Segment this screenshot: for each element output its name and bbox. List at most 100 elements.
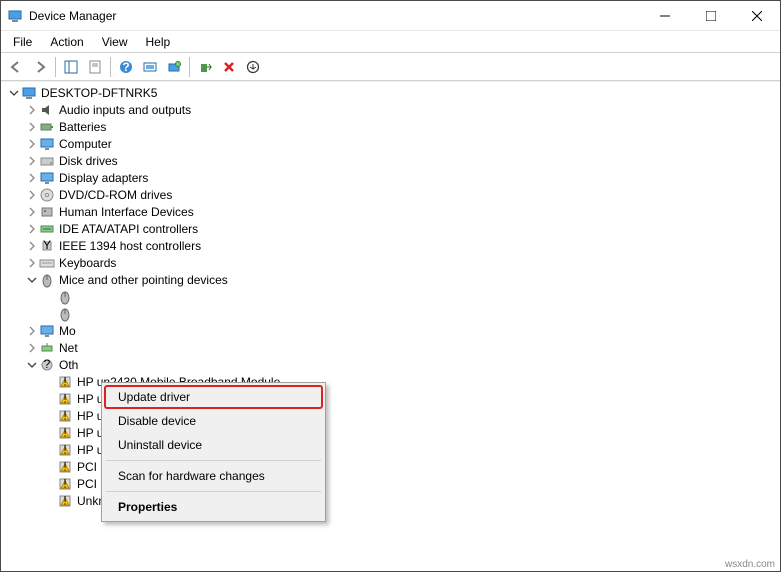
expander-icon [43,409,57,423]
context-menu-item[interactable]: Uninstall device [104,433,323,457]
svg-text:!: ! [63,408,66,422]
expander-icon[interactable] [25,154,39,168]
device-mouse[interactable] [3,288,780,305]
context-menu-item[interactable]: Disable device [104,409,323,433]
content-area: DESKTOP-DFTNRK5 Audio inputs and outputs B… [1,81,780,571]
category-mice[interactable]: Mice and other pointing devices [3,271,780,288]
keyboard-icon [39,255,55,271]
context-menu: Update driverDisable deviceUninstall dev… [101,382,326,522]
node-label: Keyboards [59,256,116,270]
toolbar: ? [1,53,780,81]
warn-icon: ! [57,493,73,509]
computer-icon [21,85,37,101]
expander-icon[interactable] [25,324,39,338]
device-mouse[interactable] [3,305,780,322]
disk-icon [39,153,55,169]
expander-icon[interactable] [25,358,39,372]
scan-hardware-button[interactable] [163,56,185,78]
hid-icon [39,204,55,220]
menu-view[interactable]: View [94,33,136,51]
node-label: Batteries [59,120,106,134]
category-node[interactable]: IDE ATA/ATAPI controllers [3,220,780,237]
ide-icon [39,221,55,237]
expander-icon [43,477,57,491]
close-button[interactable] [734,1,780,31]
category-node[interactable]: YIEEE 1394 host controllers [3,237,780,254]
menu-help[interactable]: Help [138,33,179,51]
expander-icon[interactable] [25,120,39,134]
root-node[interactable]: DESKTOP-DFTNRK5 [3,84,780,101]
expander-icon[interactable] [25,205,39,219]
category-node[interactable]: Human Interface Devices [3,203,780,220]
expander-icon[interactable] [25,256,39,270]
node-label: DESKTOP-DFTNRK5 [41,86,157,100]
svg-text:!: ! [63,425,66,439]
node-label: Net [59,341,78,355]
show-hide-tree-button[interactable] [60,56,82,78]
context-menu-item[interactable]: Scan for hardware changes [104,464,323,488]
node-label: Audio inputs and outputs [59,103,191,117]
forward-button[interactable] [29,56,51,78]
expander-icon [43,443,57,457]
category-node[interactable]: Batteries [3,118,780,135]
expander-icon[interactable] [25,171,39,185]
expander-icon[interactable] [25,222,39,236]
properties-button[interactable] [84,56,106,78]
node-label: Oth [59,358,78,372]
expander-icon[interactable] [7,86,21,100]
menubar: File Action View Help [1,31,780,53]
category-node[interactable]: Display adapters [3,169,780,186]
disc-icon [39,187,55,203]
category-node[interactable]: Disk drives [3,152,780,169]
toolbar-separator [110,57,111,77]
svg-text:!: ! [63,459,66,473]
category-node[interactable]: Net [3,339,780,356]
other-icon: ? [39,357,55,373]
minimize-button[interactable] [642,1,688,31]
context-menu-separator [106,491,321,492]
category-node[interactable]: Computer [3,135,780,152]
maximize-button[interactable] [688,1,734,31]
titlebar: Device Manager [1,1,780,31]
category-node[interactable]: Mo [3,322,780,339]
mouse-icon [57,289,73,305]
uninstall-device-button[interactable] [218,56,240,78]
svg-text:!: ! [63,442,66,456]
context-menu-separator [106,460,321,461]
back-button[interactable] [5,56,27,78]
category-node[interactable]: Audio inputs and outputs [3,101,780,118]
category-node[interactable]: DVD/CD-ROM drives [3,186,780,203]
warn-icon: ! [57,476,73,492]
svg-text:!: ! [63,493,66,507]
expander-icon [43,494,57,508]
update-driver-button[interactable] [242,56,264,78]
expander-icon[interactable] [25,273,39,287]
toolbar-action-button[interactable] [139,56,161,78]
audio-icon [39,102,55,118]
help-button[interactable]: ? [115,56,137,78]
expander-icon[interactable] [25,341,39,355]
menu-file[interactable]: File [5,33,40,51]
context-menu-item[interactable]: Properties [104,495,323,519]
warn-icon: ! [57,442,73,458]
enable-device-button[interactable] [194,56,216,78]
warn-icon: ! [57,425,73,441]
warn-icon: ! [57,459,73,475]
node-label: Computer [59,137,112,151]
expander-icon[interactable] [25,103,39,117]
expander-icon[interactable] [25,188,39,202]
expander-icon [43,392,57,406]
category-other[interactable]: ? Oth [3,356,780,373]
mouse-icon [39,272,55,288]
app-icon [7,8,23,24]
node-label: DVD/CD-ROM drives [59,188,172,202]
toolbar-separator [189,57,190,77]
menu-action[interactable]: Action [42,33,91,51]
category-node[interactable]: Keyboards [3,254,780,271]
warn-icon: ! [57,408,73,424]
expander-icon[interactable] [25,137,39,151]
node-label: Mice and other pointing devices [59,273,228,287]
expander-icon[interactable] [25,239,39,253]
window-title: Device Manager [29,9,642,23]
context-menu-item[interactable]: Update driver [104,385,323,409]
